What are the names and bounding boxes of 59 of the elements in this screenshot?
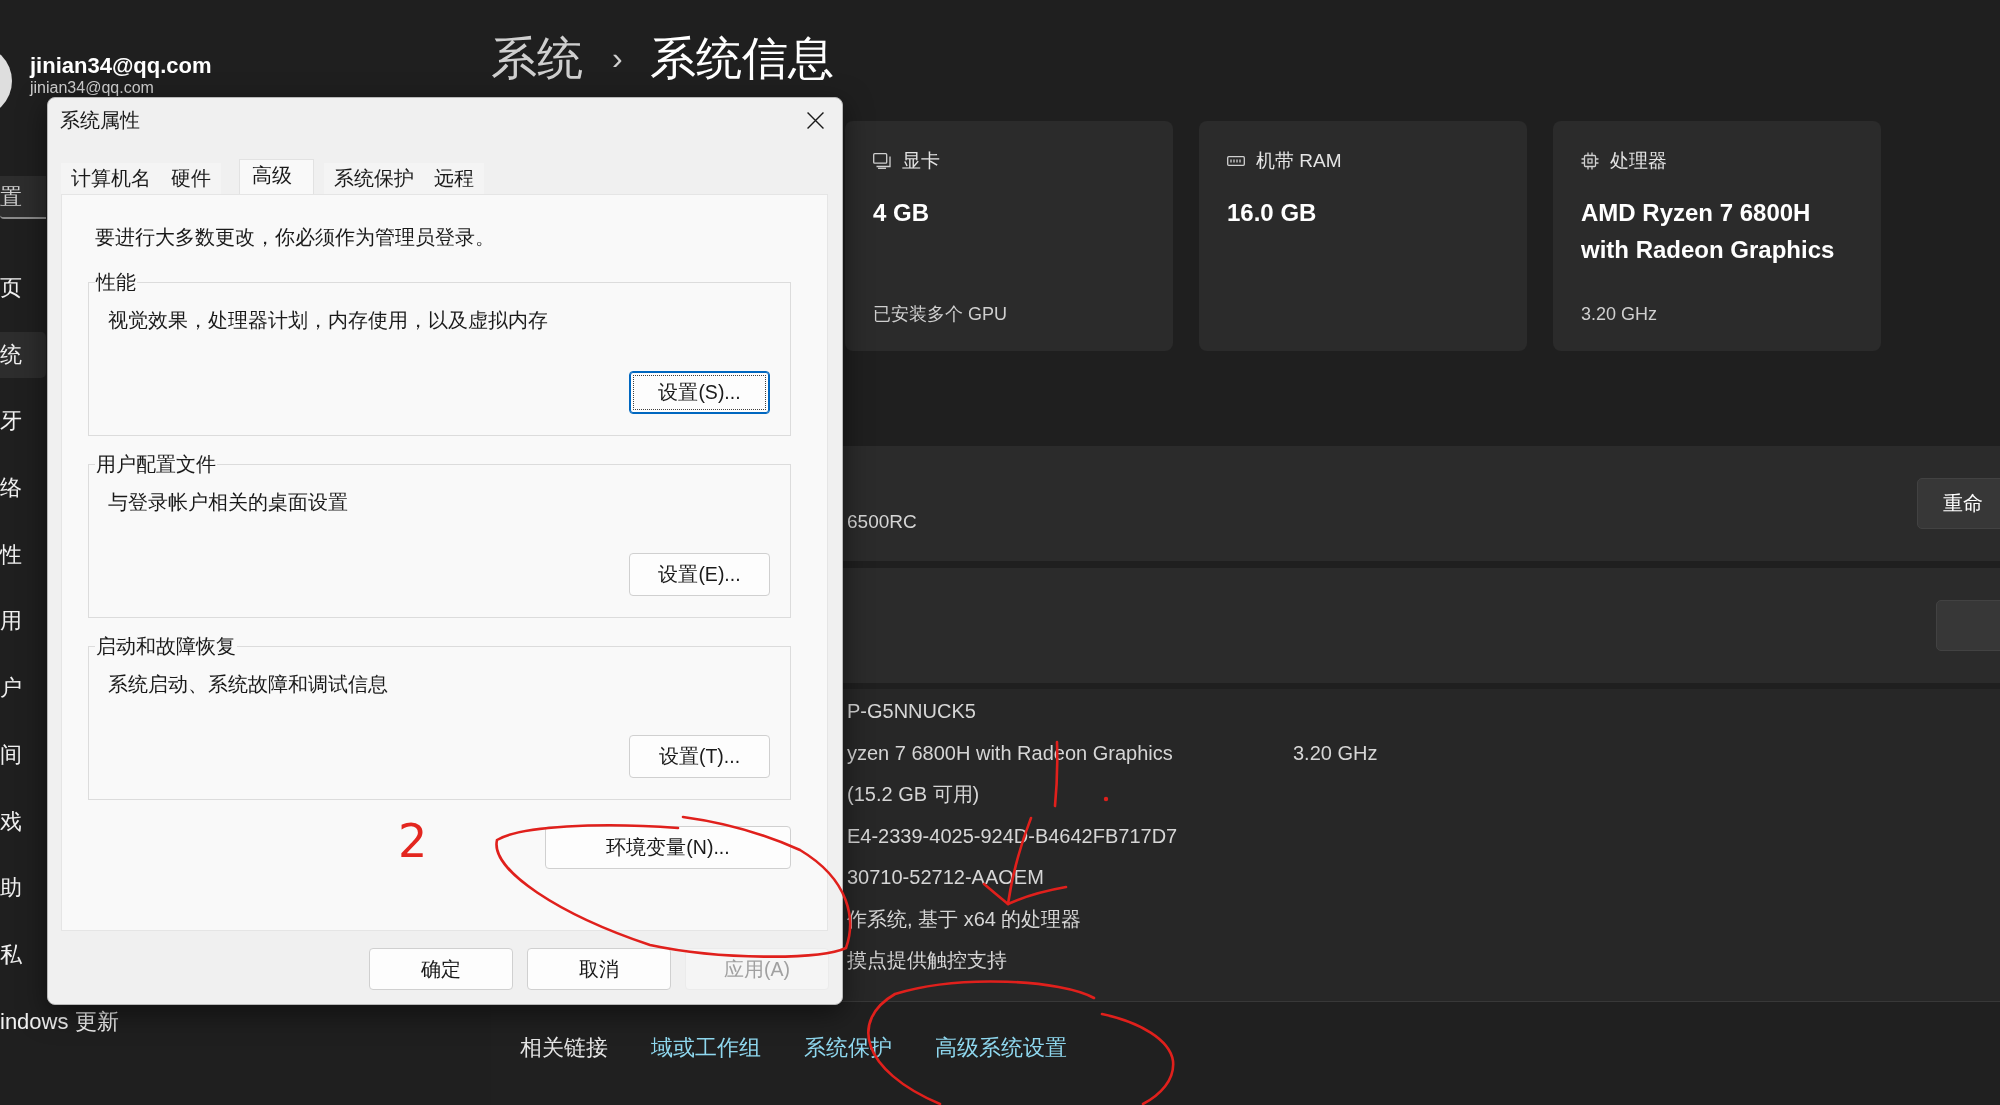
notice-text: 要进行大多数更改，你必须作为管理员登录。 — [95, 225, 495, 250]
tab[interactable]: 远程 — [424, 163, 484, 194]
group-description: 系统启动、系统故障和调试信息 — [108, 672, 388, 697]
spec-value: 摸点提供触控支持 — [847, 948, 1007, 974]
related-link[interactable]: 域或工作组 — [651, 1032, 761, 1063]
nav-item[interactable]: 统 — [0, 331, 46, 378]
close-icon — [806, 112, 824, 129]
card-value: AMD Ryzen 7 6800H with Radeon Graphics — [1581, 198, 1836, 265]
nav-item[interactable]: 戏 — [0, 798, 46, 845]
tab[interactable]: 计算机名 — [61, 163, 161, 194]
device-name-text: 6500RC — [847, 510, 917, 533]
dialog-title: 系统属性 — [59, 108, 140, 133]
account-email: jinian34@qq.com — [30, 79, 155, 97]
spec-value: (15.2 GB 可用) — [847, 782, 980, 808]
card-label: 处理器 — [1610, 149, 1667, 173]
hand-drawn-dot — [1103, 796, 1109, 802]
dialog-button[interactable]: 确定 — [369, 948, 513, 990]
nav-item[interactable]: 页 — [0, 265, 46, 311]
settings-button[interactable]: 设置(S)... — [629, 371, 770, 414]
account-name: jinian34@qq.com — [30, 53, 212, 79]
handwritten-number: 2 — [398, 818, 428, 864]
group-description: 视觉效果，处理器计划，内存使用，以及虚拟内存 — [108, 308, 548, 333]
nav-item[interactable]: 户 — [0, 665, 46, 712]
related-link[interactable]: 高级系统设置 — [935, 1032, 1067, 1063]
nav-item[interactable]: 牙 — [0, 398, 46, 445]
chip-icon — [1581, 152, 1599, 170]
monitor-icon — [873, 153, 891, 169]
card-label: 显卡 — [902, 149, 940, 173]
nav-item[interactable]: 助 — [0, 865, 46, 912]
spec-detail: 3.20 GHz — [1293, 741, 1378, 765]
nav-item[interactable]: 用 — [0, 598, 46, 645]
group-description: 与登录帐户相关的桌面设置 — [108, 490, 348, 515]
card-label: 机带 RAM — [1256, 149, 1342, 173]
group-title: 用户配置文件 — [95, 452, 217, 477]
nav-item[interactable]: 络 — [0, 465, 46, 512]
environment-variables-button[interactable]: 环境变量(N)... — [545, 826, 791, 869]
spec-value: P-G5NNUCK5 — [847, 700, 976, 724]
tab[interactable]: 系统保护 — [324, 163, 424, 194]
related-links-label: 相关链接 — [520, 1033, 608, 1062]
dialog-button[interactable]: 取消 — [527, 948, 671, 990]
group-title: 启动和故障恢复 — [95, 634, 237, 659]
card-value: 16.0 GB — [1227, 198, 1317, 228]
tab[interactable]: 硬件 — [161, 163, 221, 194]
card-detail: 已安装多个 GPU — [873, 303, 1007, 325]
card-detail: 3.20 GHz — [1581, 303, 1658, 325]
settings-button[interactable]: 设置(E)... — [629, 553, 770, 596]
nav-item[interactable]: 性 — [0, 531, 46, 578]
nav-item[interactable]: 间 — [0, 731, 46, 778]
page-title: 系统信息 — [649, 31, 834, 86]
settings-button[interactable]: 设置(T)... — [629, 735, 770, 778]
tab[interactable]: 高级 — [239, 159, 314, 194]
search-field[interactable]: 置 — [0, 176, 46, 219]
breadcrumb-parent[interactable]: 系统 — [491, 28, 583, 88]
breadcrumb-separator: › — [612, 39, 623, 78]
memory-icon — [1227, 156, 1245, 166]
rename-button[interactable]: 重命 — [1917, 478, 2000, 529]
group-title: 性能 — [95, 270, 137, 295]
card-value: 4 GB — [873, 198, 929, 228]
nav-item[interactable]: 私 — [0, 931, 46, 978]
